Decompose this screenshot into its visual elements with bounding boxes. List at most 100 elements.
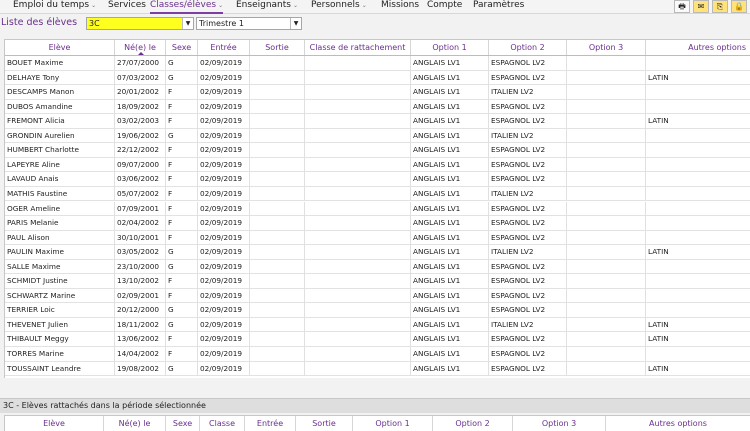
table-cell [646,347,750,361]
nav-item[interactable]: Personnels ⌄ [311,0,367,12]
column-header[interactable]: Sexe [166,416,200,431]
column-header[interactable]: Entrée [198,40,250,55]
table-row[interactable]: DESCAMPS Manon 20/01/2002 F 02/09/2019 ANGLA… [5,85,750,100]
table-row[interactable]: DELHAYE Tony 07/03/2002 G 02/09/2019 ANGLAIS… [5,70,750,86]
table-cell: 03/06/2002 [115,172,166,187]
nav-item[interactable]: Classes/élèves ⌄ [150,0,224,14]
table-cell: PARIS Melanie [5,216,115,231]
table-cell: ANGLAIS LV1 [411,114,489,129]
column-header[interactable]: Option 1 [353,416,433,431]
table-cell [646,202,750,216]
table-cell: 19/06/2002 [115,128,166,143]
period-select[interactable]: Trimestre 1 ▼ [196,17,302,30]
chevron-down-icon[interactable]: ▼ [182,18,193,29]
table-cell: THIBAULT Meggy [5,332,115,347]
lock-icon[interactable]: 🔒 [731,0,747,13]
column-header[interactable]: Classe de rattachement [305,40,411,55]
class-select[interactable]: 3C ▼ [86,17,194,30]
table-row[interactable]: PAULIN Maxime 03/05/2002 G 02/09/2019 ANGLAI… [5,245,750,260]
table-row[interactable]: DUBOS Amandine 18/09/2002 F 02/09/2019 ANGLA… [5,99,750,115]
toolbar-icons: 🖶 ✉ ⎘ 🔒 [670,0,750,14]
table-row[interactable]: SCHMIDT Justine 13/10/2002 F 02/09/2019 ANGL… [5,274,750,289]
table-row[interactable]: SCHWARTZ Marine 02/09/2001 F 02/09/2019 ANGL… [5,288,750,304]
table-cell: 02/09/2019 [198,186,250,201]
table-row[interactable]: SALLE Maxime 23/10/2000 G 02/09/2019 ANGLAIS… [5,259,750,275]
column-header[interactable]: Né(e) le [104,416,166,431]
table-cell: 07/09/2001 [115,201,166,216]
table-cell [567,259,646,274]
table-cell: ITALIEN LV2 [489,245,567,260]
table-cell: 07/03/2002 [115,70,166,85]
table-row[interactable]: OGER Ameline 07/09/2001 F 02/09/2019 ANGLAIS… [5,201,750,216]
nav-item[interactable]: Missions [381,0,419,12]
table-row[interactable]: LAVAUD Anais 03/06/2002 F 02/09/2019 ANGLAIS… [5,172,750,187]
table-cell: DELHAYE Tony [5,70,115,85]
table-cell: 23/10/2000 [115,259,166,274]
table-cell: 18/09/2002 [115,99,166,114]
table-cell [646,231,750,245]
table-cell [567,99,646,114]
nav-item-label: Emploi du temps [13,0,90,10]
table-cell: 02/09/2019 [198,201,250,216]
column-header[interactable]: Elève [5,40,115,55]
table-cell: 02/09/2019 [198,230,250,245]
table-cell: DESCAMPS Manon [5,85,115,100]
table-cell: 03/02/2003 [115,114,166,129]
table-row[interactable]: MATHIS Faustine 05/07/2002 F 02/09/2019 ANGL… [5,186,750,202]
table-cell: ANGLAIS LV1 [411,259,489,274]
column-header[interactable]: Sortie [296,416,353,431]
table-cell: THEVENET Julien [5,317,115,332]
column-header[interactable]: Sortie [250,40,305,55]
alert-icon[interactable]: ✉ [693,0,709,13]
table-row[interactable]: LAPEYRE Aline 09/07/2000 F 02/09/2019 ANGLAI… [5,157,750,173]
table-cell [567,288,646,303]
table-cell [305,332,411,347]
table-cell [305,143,411,158]
column-header[interactable]: Option 2 [433,416,513,431]
column-header[interactable]: Option 3 [513,416,606,431]
column-header[interactable]: Classe [200,416,245,431]
chevron-down-icon: ⌄ [218,2,224,9]
column-header[interactable]: Option 1 [411,40,489,55]
attached-section-bar: 3C - Elèves rattachés dans la période sé… [0,398,750,413]
column-header[interactable]: Autres options [646,40,750,55]
table-cell: 02/09/2019 [198,317,250,332]
nav-item[interactable]: Emploi du temps ⌄ [13,0,96,12]
table-cell [567,172,646,187]
table-row[interactable]: TOUSSAINT Leandre 19/08/2002 G 02/09/2019 AN… [5,361,750,377]
column-header[interactable]: Option 2 [489,40,567,55]
column-header[interactable]: Entrée [245,416,296,431]
table-row[interactable]: PAUL Alison 30/10/2001 F 02/09/2019 ANGLAIS … [5,230,750,246]
table-cell [250,99,305,114]
nav-item[interactable]: Paramètres [473,0,524,12]
table-cell: ESPAGNOL LV2 [489,288,567,303]
table-row[interactable]: BOUET Maxime 27/07/2000 G 02/09/2019 ANGLAIS… [5,56,750,71]
table-row[interactable]: TERRIER Loic 20/12/2000 G 02/09/2019 ANGLAIS… [5,303,750,318]
table-cell [250,114,305,129]
table-row[interactable]: HUMBERT Charlotte 22/12/2002 F 02/09/2019 AN… [5,143,750,158]
table-cell: F [166,288,198,303]
table-cell [567,157,646,172]
column-header[interactable]: Option 3 [567,40,646,55]
table-row[interactable]: FREMONT Alicia 03/02/2003 F 02/09/2019 ANGLA… [5,114,750,129]
column-header[interactable]: Autres options [606,416,750,431]
table-cell [305,317,411,332]
export-icon[interactable]: ⎘ [712,0,728,13]
table-row[interactable]: THIBAULT Meggy 13/06/2002 F 02/09/2019 ANGLA… [5,332,750,347]
table-row[interactable]: GRONDIN Aurelien 19/06/2002 G 02/09/2019 ANG… [5,128,750,144]
nav-item[interactable]: Services [108,0,146,12]
table-cell: ESPAGNOL LV2 [489,70,567,85]
table-row[interactable]: TORRES Marine 14/04/2002 F 02/09/2019 ANGLAI… [5,347,750,362]
column-header[interactable]: Sexe [166,40,198,55]
print-icon[interactable]: 🖶 [674,0,690,13]
table-cell: 05/07/2002 [115,186,166,201]
table-row[interactable]: PARIS Melanie 02/04/2002 F 02/09/2019 ANGLAI… [5,216,750,231]
nav-item[interactable]: Compte [427,0,462,12]
table-cell [567,70,646,85]
column-header[interactable]: Elève [5,416,104,431]
nav-item[interactable]: Enseignants ⌄ [236,0,298,12]
table-cell: F [166,274,198,289]
chevron-down-icon[interactable]: ▼ [290,18,301,29]
table-row[interactable]: THEVENET Julien 18/11/2002 G 02/09/2019 ANGL… [5,317,750,333]
table-cell: 02/09/2019 [198,288,250,303]
